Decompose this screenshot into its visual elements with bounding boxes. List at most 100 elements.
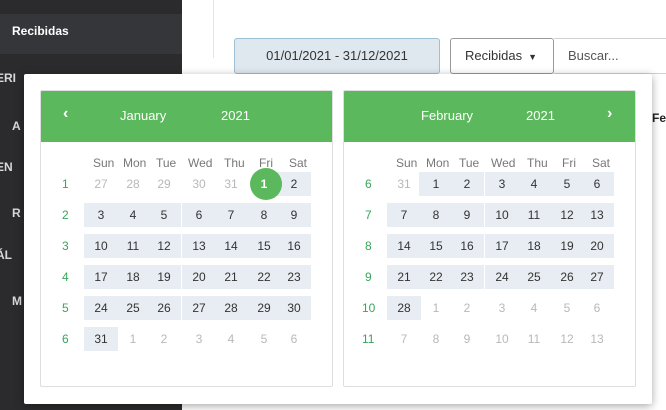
calendar-day[interactable]: 28 (116, 172, 150, 196)
calendar-day[interactable]: 31 (387, 172, 421, 196)
calendar-day[interactable]: 27 (580, 265, 614, 289)
calendar-day[interactable]: 27 (84, 172, 118, 196)
calendar-day[interactable]: 19 (147, 265, 181, 289)
sidebar-item-fragment[interactable]: A (12, 119, 21, 133)
calendar-day[interactable]: 5 (550, 172, 584, 196)
calendar-day[interactable]: 8 (419, 327, 453, 351)
calendar-day[interactable]: 7 (214, 203, 248, 227)
calendar-day[interactable]: 8 (247, 203, 281, 227)
calendar-day[interactable]: 17 (84, 265, 118, 289)
calendar-day[interactable]: 16 (277, 234, 311, 258)
calendar-day[interactable]: 8 (419, 203, 453, 227)
calendar-day[interactable]: 5 (247, 327, 281, 351)
calendar-day[interactable]: 14 (387, 234, 421, 258)
calendar-day[interactable]: 6 (182, 203, 216, 227)
calendar-day[interactable]: 4 (517, 296, 551, 320)
calendar-day[interactable]: 5 (147, 203, 181, 227)
calendar-day[interactable]: 22 (247, 265, 281, 289)
calendar-day[interactable]: 20 (182, 265, 216, 289)
date-range-input[interactable]: 01/01/2021 - 31/12/2021 (234, 38, 440, 74)
calendar-day-selected[interactable]: 1 (247, 168, 282, 200)
calendar-day[interactable]: 2 (147, 327, 181, 351)
next-month-icon[interactable]: › (607, 105, 612, 123)
calendar-day[interactable]: 4 (517, 172, 551, 196)
calendar-day[interactable]: 13 (580, 327, 614, 351)
calendar-day[interactable]: 6 (277, 327, 311, 351)
calendar-day[interactable]: 1 (419, 296, 453, 320)
calendar-day[interactable]: 14 (214, 234, 248, 258)
calendar-day[interactable]: 30 (277, 296, 311, 320)
sidebar-item-fragment[interactable]: R (12, 206, 21, 220)
calendar-day[interactable]: 29 (147, 172, 181, 196)
calendar-day[interactable]: 4 (214, 327, 248, 351)
calendar-day[interactable]: 25 (517, 265, 551, 289)
sidebar-item-fragment[interactable]: M (12, 294, 22, 308)
weekday-label: Thu (224, 156, 245, 170)
calendar-day[interactable]: 17 (485, 234, 519, 258)
calendar-day[interactable]: 28 (214, 296, 248, 320)
calendar-year: 2021 (526, 108, 555, 123)
sidebar-item-fragment[interactable]: EN (0, 160, 13, 174)
calendar-day[interactable]: 12 (550, 203, 584, 227)
calendar-day[interactable]: 2 (450, 296, 484, 320)
sidebar-item-fragment[interactable]: ÁL (0, 248, 12, 262)
calendar-day[interactable]: 12 (550, 327, 584, 351)
calendar-day[interactable]: 19 (550, 234, 584, 258)
calendar-day[interactable]: 3 (182, 327, 216, 351)
calendar-day[interactable]: 9 (277, 203, 311, 227)
calendar-day[interactable]: 5 (550, 296, 584, 320)
week-number: 1 (62, 177, 69, 191)
calendar-day[interactable]: 1 (419, 172, 453, 196)
calendar-day[interactable]: 23 (277, 265, 311, 289)
calendar-day[interactable]: 2 (277, 172, 311, 196)
calendar-day[interactable]: 3 (485, 172, 519, 196)
calendar-day[interactable]: 21 (214, 265, 248, 289)
sidebar-item-fragment[interactable]: ERI (0, 71, 16, 85)
calendar-day[interactable]: 3 (84, 203, 118, 227)
calendar-day[interactable]: 22 (419, 265, 453, 289)
calendar-day[interactable]: 6 (580, 172, 614, 196)
calendar-day[interactable]: 1 (116, 327, 150, 351)
calendar-day[interactable]: 7 (387, 327, 421, 351)
calendar-day[interactable]: 6 (580, 296, 614, 320)
calendar-day[interactable]: 11 (116, 234, 150, 258)
calendar-day[interactable]: 15 (419, 234, 453, 258)
calendar-day[interactable]: 30 (182, 172, 216, 196)
calendar-day[interactable]: 7 (387, 203, 421, 227)
calendar-day[interactable]: 9 (450, 203, 484, 227)
calendar-day[interactable]: 10 (485, 203, 519, 227)
calendar-day[interactable]: 31 (214, 172, 248, 196)
calendar-day[interactable]: 15 (247, 234, 281, 258)
calendar-day[interactable]: 10 (84, 234, 118, 258)
calendar-day[interactable]: 24 (485, 265, 519, 289)
prev-month-icon[interactable]: ‹ (63, 105, 68, 123)
calendar-day[interactable]: 18 (116, 265, 150, 289)
weekday-label: Thu (527, 156, 548, 170)
calendar-day[interactable]: 11 (517, 203, 551, 227)
calendar-day[interactable]: 16 (450, 234, 484, 258)
calendar-day[interactable]: 13 (182, 234, 216, 258)
calendar-day[interactable]: 26 (147, 296, 181, 320)
calendar-day[interactable]: 18 (517, 234, 551, 258)
calendar-day[interactable]: 12 (147, 234, 181, 258)
weekday-label: Wed (188, 156, 213, 170)
filter-dropdown[interactable]: Recibidas ▼ (450, 38, 554, 74)
calendar-day[interactable]: 29 (247, 296, 281, 320)
calendar-day[interactable]: 24 (84, 296, 118, 320)
calendar-day[interactable]: 28 (387, 296, 421, 320)
calendar-day[interactable]: 9 (450, 327, 484, 351)
calendar-day[interactable]: 2 (450, 172, 484, 196)
calendar-day[interactable]: 27 (182, 296, 216, 320)
calendar-day[interactable]: 21 (387, 265, 421, 289)
calendar-day[interactable]: 26 (550, 265, 584, 289)
calendar-day[interactable]: 20 (580, 234, 614, 258)
calendar-day[interactable]: 31 (84, 327, 118, 351)
calendar-day[interactable]: 3 (485, 296, 519, 320)
calendar-day[interactable]: 4 (116, 203, 150, 227)
search-input[interactable]: Buscar... (554, 38, 666, 74)
calendar-day[interactable]: 25 (116, 296, 150, 320)
calendar-day[interactable]: 23 (450, 265, 484, 289)
calendar-day[interactable]: 10 (485, 327, 519, 351)
calendar-day[interactable]: 11 (517, 327, 551, 351)
calendar-day[interactable]: 13 (580, 203, 614, 227)
